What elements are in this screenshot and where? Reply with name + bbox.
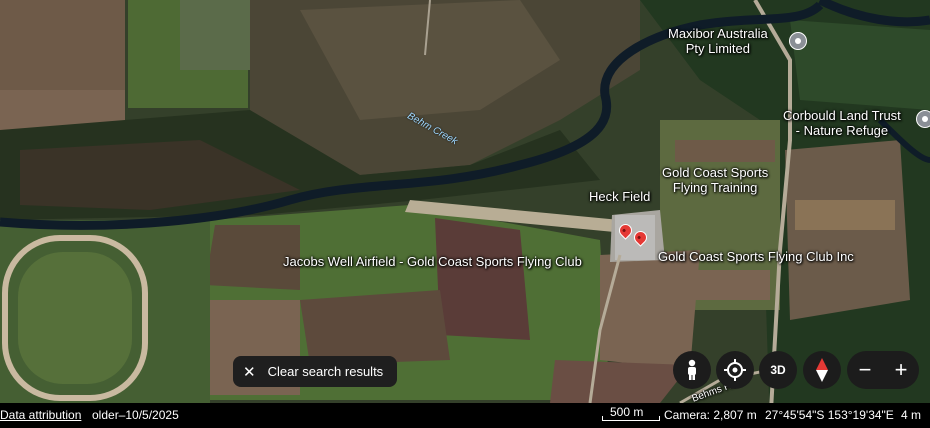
place-label-corbould[interactable]: Corbould Land Trust - Nature Refuge [783,108,901,138]
clear-search-label: Clear search results [267,364,384,379]
place-label-gc-training[interactable]: Gold Coast Sports Flying Training [662,165,768,195]
status-bar: Data attribution older–10/5/2025 500 m C… [0,403,930,428]
close-icon: ✕ [243,363,256,381]
data-attribution-link[interactable]: Data attribution [0,408,81,422]
compass-button[interactable] [803,351,841,389]
zoom-in-button[interactable]: + [886,351,916,389]
location-marker-icon[interactable] [789,32,807,50]
place-label-gc-club[interactable]: Gold Coast Sports Flying Club Inc [658,249,854,264]
place-label-line: Pty Limited [685,41,751,56]
crosshair-icon [724,359,746,381]
3d-toggle-button[interactable]: 3D [759,351,797,389]
imagery-date: older–10/5/2025 [92,408,179,422]
zoom-out-button[interactable]: − [850,351,880,389]
elevation-readout: 4 m [901,408,922,422]
satellite-map[interactable]: Maxibor Australia Pty Limited Corbould L… [0,0,930,428]
place-label-line: Flying Training [672,180,758,195]
place-label-line: Gold Coast Sports [662,165,769,180]
place-label-maxibor[interactable]: Maxibor Australia Pty Limited [668,26,768,56]
compass-icon [816,358,828,382]
clear-search-button[interactable]: ✕ Clear search results [233,356,397,387]
place-label-line: Corbould Land Trust [783,108,901,123]
place-label-jacobs-well[interactable]: Jacobs Well Airfield - Gold Coast Sports… [283,254,582,269]
pegman-icon [688,359,696,380]
place-label-line: Maxibor Australia [668,26,768,41]
place-label-heck-field[interactable]: Heck Field [589,189,650,204]
coordinates-readout: 27°45'54"S 153°19'34"E [765,408,894,422]
location-marker-icon[interactable] [916,110,930,128]
zoom-controls: − + [847,351,919,389]
place-label-line: - Nature Refuge [795,123,889,138]
camera-altitude: Camera: 2,807 m [664,408,757,422]
scale-bar [602,416,660,421]
street-view-button[interactable] [673,351,711,389]
my-location-button[interactable] [716,351,754,389]
